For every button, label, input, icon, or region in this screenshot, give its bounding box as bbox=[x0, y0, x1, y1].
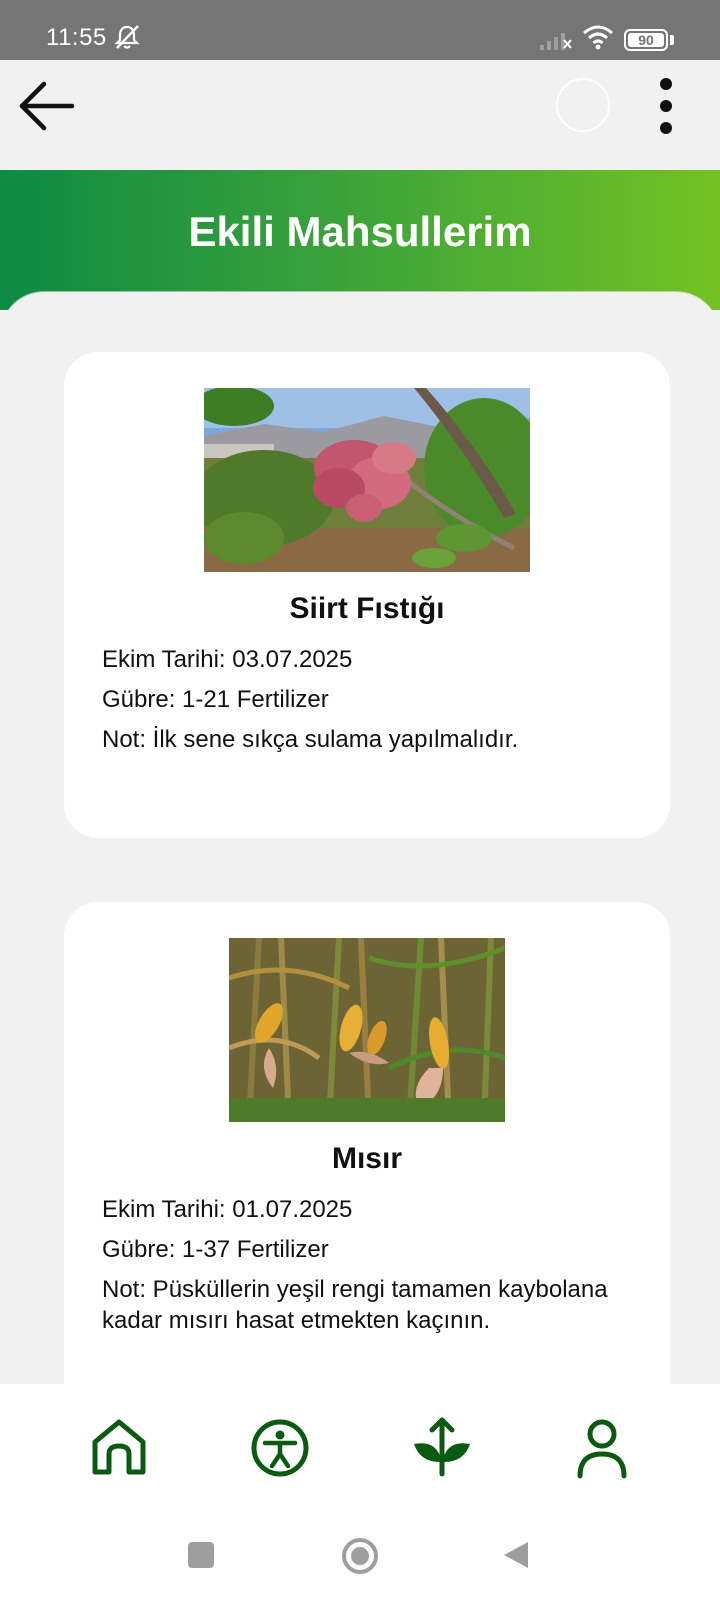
system-nav-bar bbox=[0, 1504, 720, 1600]
home-icon[interactable] bbox=[87, 1416, 151, 1480]
back-arrow-icon[interactable] bbox=[14, 74, 78, 138]
app-bar bbox=[0, 60, 720, 170]
crop-card[interactable]: Mısır Ekim Tarihi: 01.07.2025 Gübre: 1-3… bbox=[64, 902, 670, 1384]
crop-name: Mısır bbox=[331, 1142, 403, 1175]
page-title: Ekili Mahsullerim bbox=[188, 208, 532, 255]
crop-note: Not: Püsküllerin yeşil rengi tamamen kay… bbox=[102, 1276, 608, 1334]
planting-date: Ekim Tarihi: 03.07.2025 bbox=[102, 646, 353, 673]
loading-circle-icon bbox=[556, 78, 610, 132]
bottom-nav bbox=[0, 1384, 720, 1504]
bell-off-icon bbox=[114, 25, 140, 49]
wifi-icon bbox=[583, 25, 613, 50]
fertilizer: Gübre: 1-37 Fertilizer bbox=[102, 1236, 329, 1263]
plant-upload-icon[interactable] bbox=[410, 1416, 474, 1480]
home-button-dot bbox=[351, 1547, 369, 1565]
crop-note: Not: İlk sene sıkça sulama yapılmalıdır. bbox=[102, 726, 519, 753]
battery-icon: 90 bbox=[624, 29, 668, 51]
home-button[interactable] bbox=[342, 1538, 378, 1574]
more-vert-icon[interactable] bbox=[646, 74, 686, 138]
recents-button[interactable] bbox=[188, 1542, 214, 1568]
crop-name: Siirt Fıstığı bbox=[289, 592, 445, 625]
crop-list[interactable]: Siirt Fıstığı Ekim Tarihi: 03.07.2025 Gü… bbox=[0, 292, 720, 1384]
status-time: 11:55 bbox=[46, 24, 107, 51]
fertilizer: Gübre: 1-21 Fertilizer bbox=[102, 686, 329, 713]
status-bar: 11:55 90 bbox=[0, 0, 720, 60]
crop-card[interactable]: Siirt Fıstığı Ekim Tarihi: 03.07.2025 Gü… bbox=[64, 352, 670, 838]
battery-level: 90 bbox=[638, 32, 654, 48]
corn-field-photo bbox=[229, 938, 505, 1122]
signal-icon bbox=[540, 33, 572, 50]
pistachio-tree-photo bbox=[204, 388, 530, 572]
planting-date: Ekim Tarihi: 01.07.2025 bbox=[102, 1196, 353, 1223]
battery-nub bbox=[670, 35, 674, 45]
accessibility-icon[interactable] bbox=[248, 1416, 312, 1480]
back-triangle-icon[interactable] bbox=[502, 1540, 530, 1570]
profile-icon[interactable] bbox=[570, 1416, 634, 1480]
header-banner: Ekili Mahsullerim bbox=[0, 170, 720, 310]
